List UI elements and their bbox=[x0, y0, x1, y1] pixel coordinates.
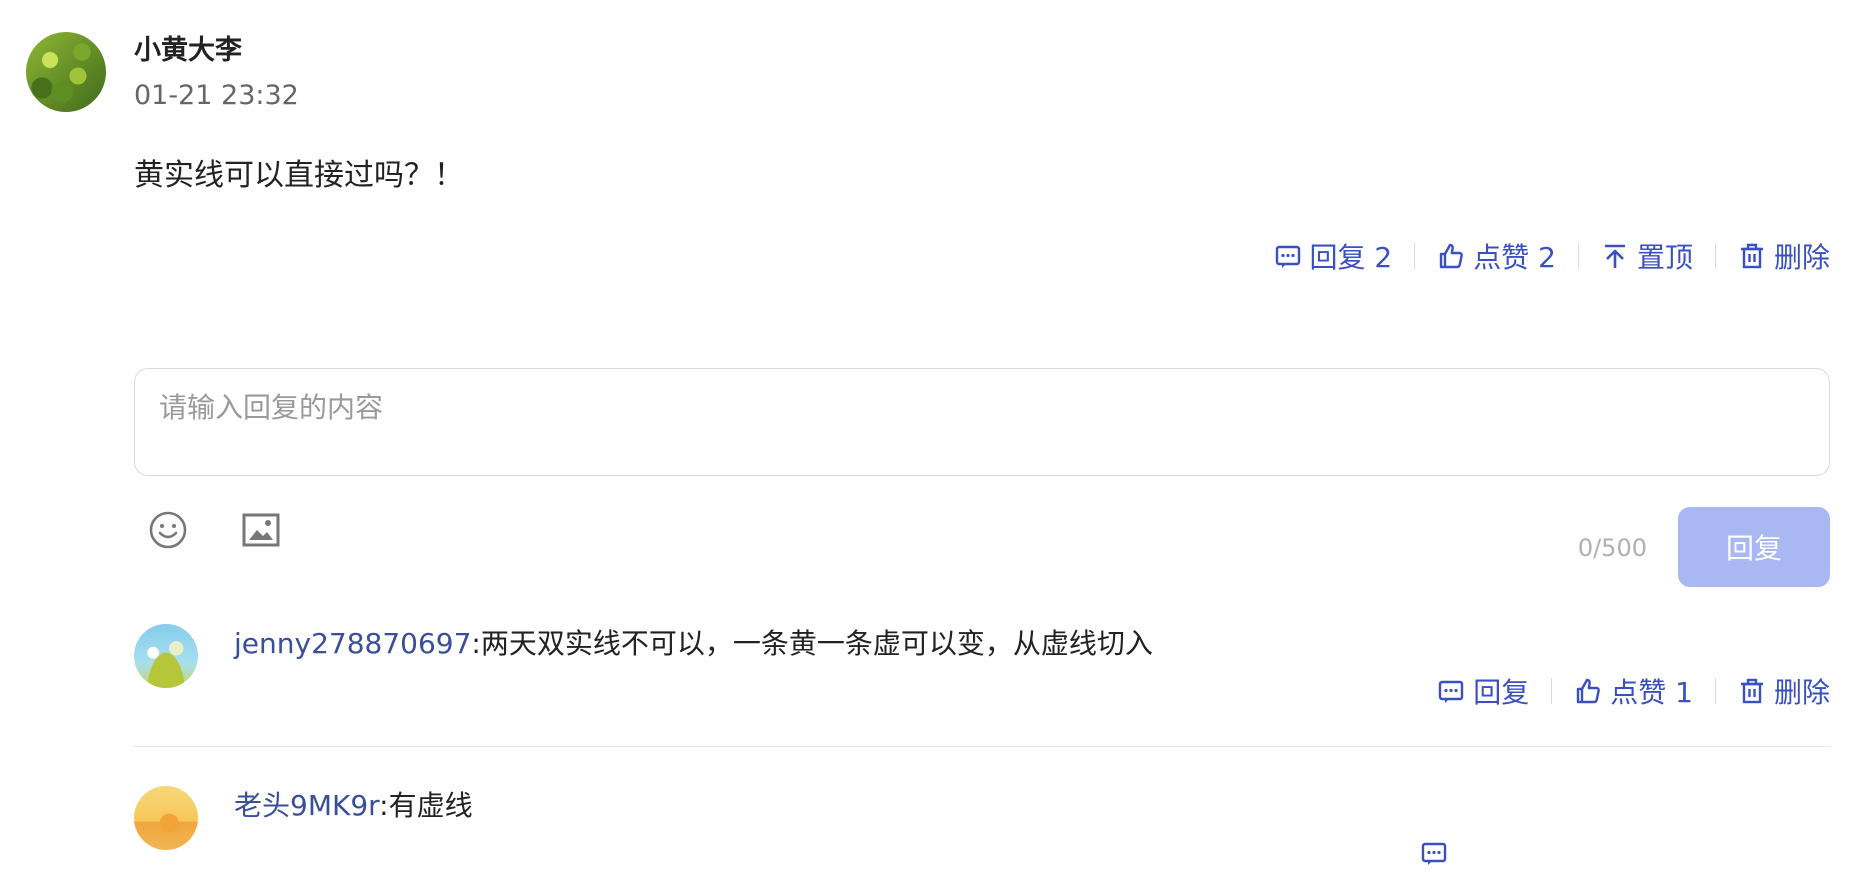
comment-icon bbox=[1274, 242, 1302, 270]
comment-icon bbox=[1437, 677, 1465, 705]
pin-label: 置顶 bbox=[1636, 241, 1693, 274]
comment-text: jenny278870697:两天双实线不可以，一条黄一条虚可以变，从虚线切入 bbox=[234, 622, 1153, 662]
separator bbox=[1577, 243, 1579, 269]
trash-icon bbox=[1738, 677, 1766, 705]
comment-body: 两天双实线不可以，一条黄一条虚可以变，从虚线切入 bbox=[480, 627, 1153, 660]
image-icon[interactable] bbox=[239, 508, 283, 552]
reply-button[interactable]: 回复 2 bbox=[1274, 236, 1393, 276]
reply-input[interactable] bbox=[159, 391, 1799, 424]
separator bbox=[1714, 243, 1716, 269]
comment-username[interactable]: 老头9MK9r bbox=[234, 789, 379, 822]
post-content: 黄实线可以直接过吗？！ bbox=[134, 158, 464, 193]
pin-top-icon bbox=[1601, 242, 1629, 270]
submit-reply-button[interactable]: 回复 bbox=[1678, 507, 1830, 587]
comment-username[interactable]: jenny278870697 bbox=[234, 627, 471, 660]
comment-icon bbox=[1420, 839, 1448, 867]
reply-label: 回复 bbox=[1473, 676, 1530, 709]
divider bbox=[134, 746, 1830, 747]
thumbs-up-icon bbox=[1437, 242, 1465, 270]
reply-label: 回复 2 bbox=[1309, 241, 1393, 274]
like-button[interactable]: 点赞 2 bbox=[1437, 236, 1556, 276]
comment-separator: : bbox=[471, 627, 481, 660]
avatar[interactable] bbox=[26, 32, 106, 112]
reply-box bbox=[134, 368, 1830, 476]
post-timestamp: 01-21 23:32 bbox=[134, 80, 299, 111]
delete-label: 删除 bbox=[1773, 676, 1830, 709]
delete-label: 删除 bbox=[1773, 241, 1830, 274]
avatar[interactable] bbox=[134, 624, 198, 688]
emoji-icon[interactable] bbox=[146, 508, 190, 552]
comment-text: 老头9MK9r:有虚线 bbox=[234, 784, 473, 824]
separator bbox=[1714, 678, 1716, 704]
thumbs-up-icon bbox=[1574, 677, 1602, 705]
reply-button[interactable]: 回复 bbox=[1437, 671, 1529, 711]
like-button[interactable]: 点赞 1 bbox=[1574, 671, 1693, 711]
delete-button[interactable]: 删除 bbox=[1738, 236, 1830, 276]
separator bbox=[1551, 678, 1553, 704]
post-actions: 回复 2 点赞 2 置顶 删除 bbox=[1274, 236, 1830, 276]
comment-body: 有虚线 bbox=[388, 789, 473, 822]
comment-separator: : bbox=[379, 789, 389, 822]
comment-actions bbox=[1420, 833, 1448, 873]
like-label: 点赞 1 bbox=[1610, 676, 1693, 709]
pin-button[interactable]: 置顶 bbox=[1601, 236, 1693, 276]
like-label: 点赞 2 bbox=[1473, 241, 1556, 274]
comment-actions: 回复 点赞 1 删除 bbox=[1437, 671, 1830, 711]
delete-button[interactable]: 删除 bbox=[1738, 671, 1830, 711]
separator bbox=[1414, 243, 1416, 269]
post-username[interactable]: 小黄大李 bbox=[134, 28, 242, 67]
reply-button[interactable] bbox=[1420, 839, 1448, 867]
avatar[interactable] bbox=[134, 786, 198, 850]
char-counter: 0/500 bbox=[1577, 534, 1647, 562]
trash-icon bbox=[1738, 242, 1766, 270]
